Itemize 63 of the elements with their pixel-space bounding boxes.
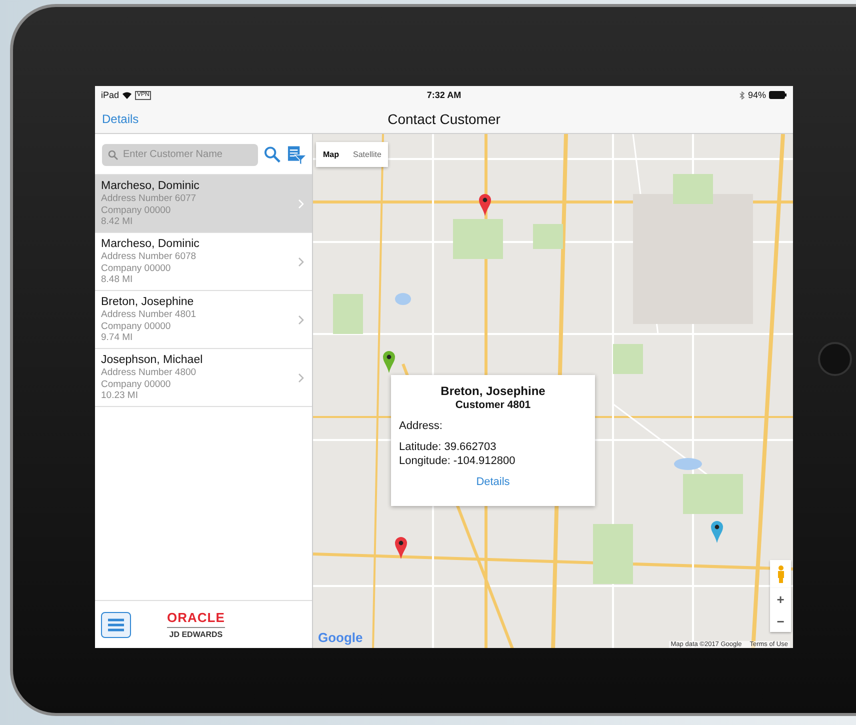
- address-number: Address Number 6078: [101, 251, 198, 263]
- park-area: [673, 174, 713, 204]
- chevron-right-icon: [298, 314, 304, 324]
- customer-name: Breton, Josephine: [101, 295, 195, 310]
- wifi-icon: [122, 91, 132, 99]
- person-icon: [776, 565, 784, 583]
- popup-subtitle: Customer 4801: [455, 399, 531, 411]
- company-number: Company 00000: [101, 262, 172, 274]
- park-area: [593, 524, 633, 584]
- company-number: Company 00000: [101, 378, 172, 390]
- map-pin-icon[interactable]: [394, 536, 408, 560]
- filter-icon[interactable]: [286, 144, 306, 164]
- park-area: [453, 219, 503, 259]
- company-number: Company 00000: [101, 204, 172, 216]
- battery-icon: [769, 91, 787, 99]
- popup-title: Breton, Josephine: [440, 384, 546, 398]
- status-time: 7:32 AM: [426, 90, 462, 100]
- oracle-logo: ORACLE: [167, 610, 225, 628]
- chevron-right-icon: [298, 256, 304, 266]
- park-area: [533, 224, 563, 249]
- distance-label: 9.74 MI: [101, 332, 134, 344]
- customer-name: Josephson, Michael: [101, 353, 204, 368]
- distance-label: 8.42 MI: [101, 216, 134, 228]
- latitude-text: Latitude: 39.662703: [399, 441, 498, 453]
- map-type-tab[interactable]: Satellite: [346, 142, 388, 167]
- battery-percent: 94%: [748, 90, 766, 100]
- lake: [674, 458, 702, 470]
- search-icon[interactable]: [264, 146, 281, 163]
- distance-label: 8.48 MI: [101, 274, 134, 286]
- bluetooth-icon: [738, 90, 745, 100]
- menu-button[interactable]: [101, 612, 131, 638]
- customer-list-item[interactable]: Marcheso, Dominic Address Number 6077 Company 00000 8.42 MI: [95, 175, 312, 233]
- chevron-right-icon: [298, 372, 304, 382]
- screen-title: Contact Customer: [388, 110, 500, 126]
- map-logo: Google: [318, 630, 363, 645]
- map-type-tab[interactable]: Map: [316, 142, 346, 167]
- company-number: Company 00000: [101, 320, 172, 332]
- chevron-right-icon: [298, 198, 304, 208]
- map-pin-icon[interactable]: [478, 193, 492, 217]
- distance-label: 10.23 MI: [101, 390, 139, 402]
- back-button[interactable]: Details: [102, 112, 139, 126]
- lake: [395, 293, 411, 305]
- address-number: Address Number 4800: [101, 367, 198, 379]
- map-pin-icon[interactable]: [710, 520, 724, 544]
- park-area: [333, 294, 363, 334]
- address-label: Address:: [399, 420, 444, 432]
- customer-name: Marcheso, Dominic: [101, 179, 200, 194]
- map-pin-icon[interactable]: [382, 350, 396, 374]
- search-icon: [108, 150, 118, 160]
- customer-name: Marcheso, Dominic: [101, 237, 200, 252]
- zoom-in-button[interactable]: +: [770, 588, 791, 610]
- zoom-out-button[interactable]: −: [770, 610, 791, 632]
- menu-icon: [107, 618, 125, 632]
- search-field[interactable]: Enter Customer Name: [102, 144, 258, 166]
- address-number: Address Number 6077: [101, 193, 198, 205]
- park-area: [683, 474, 743, 514]
- park-area: [613, 344, 643, 374]
- pegman-button[interactable]: [770, 560, 791, 588]
- jd-edwards-logo: JD EDWARDS: [169, 630, 223, 639]
- address-number: Address Number 4801: [101, 309, 198, 321]
- longitude-text: Longitude: -104.912800: [399, 455, 516, 467]
- device-name: iPad: [101, 90, 120, 100]
- details-link[interactable]: Details: [476, 476, 510, 488]
